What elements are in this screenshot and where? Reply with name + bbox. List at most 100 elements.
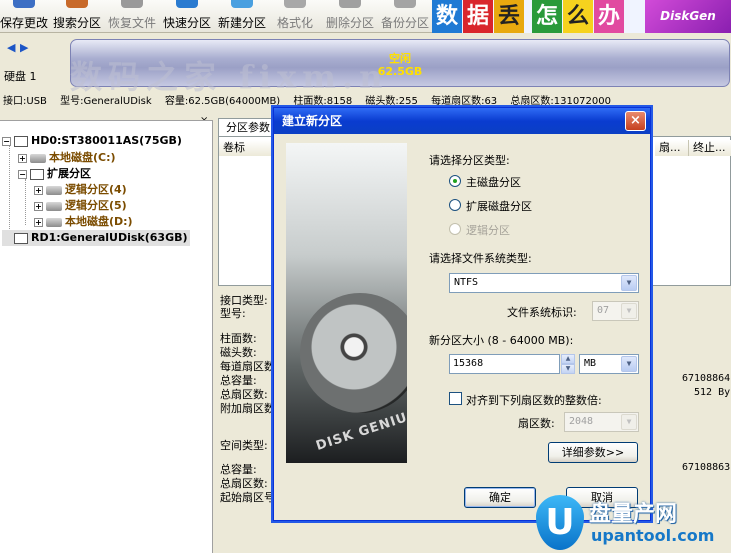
format-label: 格式化 <box>276 16 313 30</box>
disk-map-bar: ◀ ▶ 硬盘 1 空闲 62.5GB 数码之家 fixm.n <box>0 34 731 96</box>
chevron-down-icon[interactable]: ▼ <box>621 414 637 430</box>
primary-partition-label[interactable]: 主磁盘分区 <box>466 174 521 190</box>
prop-extra-sectors: 附加扇区数: <box>220 402 279 415</box>
search-partition-label: 搜索分区 <box>52 16 101 30</box>
delete-partition-button[interactable]: 删除分区 <box>324 0 376 33</box>
spin-down-icon[interactable]: ▼ <box>561 364 575 374</box>
logo-chinese-text: 盘量产网 <box>589 502 678 527</box>
backup-icon <box>394 0 416 8</box>
tree-node-local-c[interactable]: + 本地磁盘(C:) <box>18 150 116 166</box>
u-disk-logo-icon: U <box>536 495 584 550</box>
radio-extended-partition[interactable] <box>449 199 461 211</box>
restore-files-button[interactable]: 恢复文件 <box>106 0 158 33</box>
dialog-title[interactable]: 建立新分区 × <box>274 108 650 134</box>
watermark-text: 数码之家 fixm.n <box>70 58 389 96</box>
chevron-down-icon[interactable]: ▼ <box>621 303 637 319</box>
new-partition-label: 新建分区 <box>217 16 266 30</box>
prop-space-type: 空间类型: <box>220 439 268 452</box>
partition-icon <box>46 217 62 227</box>
sectors-value: 2048 <box>569 416 594 427</box>
delete-icon <box>339 0 361 8</box>
hard-disk-icon <box>14 135 28 147</box>
format-button[interactable]: 格式化 <box>272 0 318 33</box>
size-unit-select[interactable]: MB ▼ <box>579 354 639 374</box>
column-volume-label[interactable]: 卷标 <box>219 140 279 156</box>
column-sector[interactable]: 扇... <box>655 140 689 156</box>
interface-info: 接口:USB <box>3 96 47 107</box>
banner-char: 丢 <box>494 0 524 33</box>
prev-disk-icon[interactable]: ◀ <box>7 42 17 54</box>
expand-icon[interactable]: + <box>34 201 43 211</box>
new-partition-button[interactable]: 新建分区 <box>216 0 268 33</box>
chevron-down-icon[interactable]: ▼ <box>621 275 637 291</box>
align-sectors-label[interactable]: 对齐到下列扇区数的整数倍: <box>466 392 602 408</box>
spin-up-icon[interactable]: ▲ <box>561 354 575 364</box>
tree-node-extended[interactable]: − 扩展分区 <box>18 166 91 182</box>
sectors-per-track-info: 每道扇区数:63 <box>431 96 498 107</box>
save-changes-label: 保存更改 <box>0 16 49 30</box>
quick-partition-button[interactable]: 快速分区 <box>161 0 213 33</box>
save-changes-button[interactable]: 保存更改 <box>0 0 48 33</box>
tree-node-rd1[interactable]: RD1:GeneralUDisk(63GB) <box>2 230 190 246</box>
details-button[interactable]: 详细参数>> <box>548 442 638 463</box>
quick-partition-label: 快速分区 <box>162 16 211 30</box>
toolbar: 保存更改 搜索分区 恢复文件 快速分区 新建分区 格式化 删除分区 备份分区 数… <box>0 0 731 33</box>
ok-button[interactable]: 确定 <box>464 487 536 508</box>
banner-char: 么 <box>563 0 593 33</box>
value-sector-size: 512 By <box>694 387 731 398</box>
restore-icon <box>121 0 143 8</box>
radio-logical-partition[interactable] <box>449 223 461 235</box>
cylinders-info: 柱面数:8158 <box>293 96 353 107</box>
column-end[interactable]: 终止... <box>689 140 731 156</box>
filesystem-select[interactable]: NTFS ▼ <box>449 273 639 293</box>
logo-url: upantool.com <box>591 526 715 545</box>
ad-banner[interactable]: 数 据 丢 怎 么 办 DiskGen <box>432 0 731 33</box>
partition-icon <box>30 153 46 163</box>
save-icon <box>13 0 35 8</box>
hard-disk-icon <box>14 232 28 244</box>
expand-icon[interactable]: + <box>34 217 43 227</box>
logical-partition-label: 逻辑分区 <box>466 224 510 237</box>
backup-partition-button[interactable]: 备份分区 <box>379 0 431 33</box>
filesystem-value: NTFS <box>454 277 479 288</box>
heads-info: 磁头数:255 <box>365 96 418 107</box>
expand-icon[interactable]: + <box>18 153 27 163</box>
disk-tree: − HD0:ST380011AS(75GB) + 本地磁盘(C:) − 扩展分区 + 逻… <box>0 120 213 553</box>
site-logo: U 盘量产网 upantool.com <box>533 490 731 553</box>
disk-label: 硬盘 1 <box>4 70 37 83</box>
tab-partition-params[interactable]: 分区参数 <box>218 118 278 136</box>
disk-platter-icon <box>300 293 407 413</box>
prop-model: 型号: <box>220 307 246 320</box>
collapse-icon[interactable]: − <box>2 136 11 146</box>
tree-node-hd0[interactable]: − HD0:ST380011AS(75GB) <box>2 133 182 149</box>
extended-partition-label[interactable]: 扩展磁盘分区 <box>466 198 532 214</box>
partition-size-input[interactable]: 15368 <box>449 354 560 374</box>
search-partition-button[interactable]: 搜索分区 <box>52 0 102 33</box>
partition-size-value: 15368 <box>453 358 484 369</box>
value-total-sectors-2: 67108863 <box>682 462 731 473</box>
new-partition-dialog: 建立新分区 × DISK GENIUS 请选择分区类型: 主磁盘分区 扩展磁盘分… <box>273 107 651 521</box>
partition-icon <box>46 185 62 195</box>
tree-node-local-d[interactable]: + 本地磁盘(D:) <box>34 214 133 230</box>
model-info: 型号:GeneralUDisk <box>60 96 152 107</box>
collapse-icon[interactable]: − <box>18 169 27 179</box>
dialog-title-text: 建立新分区 <box>282 114 343 128</box>
align-sectors-checkbox[interactable] <box>449 392 462 405</box>
tree-node-logical-4[interactable]: + 逻辑分区(4) <box>34 182 127 198</box>
hard-disk-illustration: DISK GENIUS <box>286 143 407 463</box>
filesystem-id-select[interactable]: 07 ▼ <box>592 301 639 321</box>
sectors-label: 扇区数: <box>518 417 555 430</box>
banner-char: 办 <box>594 0 624 33</box>
search-icon <box>66 0 88 8</box>
next-disk-icon[interactable]: ▶ <box>20 42 30 54</box>
expand-icon[interactable]: + <box>34 185 43 195</box>
total-sectors-info: 总扇区数:131072000 <box>510 96 611 107</box>
chevron-down-icon[interactable]: ▼ <box>621 356 637 372</box>
capacity-info: 容量:62.5GB(64000MB) <box>164 96 281 107</box>
radio-primary-partition[interactable] <box>449 175 461 187</box>
tree-node-logical-5[interactable]: + 逻辑分区(5) <box>34 198 127 214</box>
banner-char: 怎 <box>532 0 562 33</box>
close-icon[interactable]: × <box>625 111 646 131</box>
size-spinner[interactable]: ▲ ▼ <box>561 354 575 374</box>
sectors-select[interactable]: 2048 ▼ <box>564 412 639 432</box>
